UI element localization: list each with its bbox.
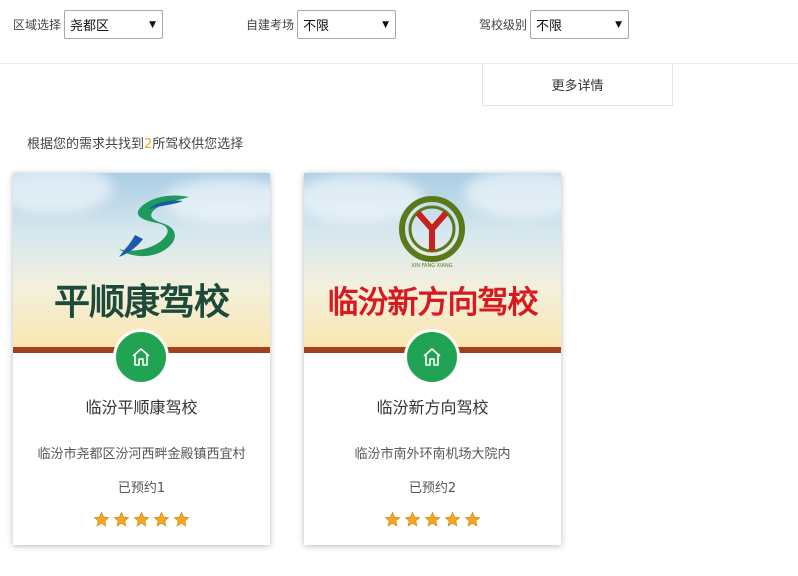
star-icon xyxy=(444,511,461,527)
rating-stars xyxy=(304,511,561,528)
own-field-filter-label: 自建考场 xyxy=(246,18,295,32)
home-icon xyxy=(404,329,460,385)
district-select-value: 尧都区 xyxy=(70,19,110,34)
school-address: 临汾市尧都区汾河西畔金殿镇西宜村 xyxy=(37,447,246,462)
star-icon xyxy=(133,511,150,527)
booking-count: 已预约1 xyxy=(117,481,166,496)
dropdown-arrow-icon: ▼ xyxy=(149,19,157,30)
school-card[interactable]: XIN FANG XIANG 临汾新方向驾校 临汾新方向驾校 临汾市南外环南机场… xyxy=(304,173,561,545)
own-field-filter: 自建考场 不限 ▼ xyxy=(246,10,397,39)
result-prefix: 根据您的需求共找到 xyxy=(27,137,145,152)
star-icon xyxy=(173,511,190,527)
xinfangxiang-logo-icon: XIN FANG XIANG xyxy=(399,196,465,269)
star-icon xyxy=(404,511,421,527)
district-filter-label: 区域选择 xyxy=(13,18,62,32)
school-address: 临汾市南外环南机场大院内 xyxy=(354,447,511,462)
school-banner: 平顺康驾校 xyxy=(13,173,270,350)
school-name: 临汾平顺康驾校 xyxy=(85,398,198,417)
school-level-filter: 驾校级别 不限 ▼ xyxy=(479,10,630,39)
result-summary: 根据您的需求共找到2所驾校供您选择 xyxy=(27,133,243,152)
star-icon xyxy=(93,511,110,527)
own-field-select-value: 不限 xyxy=(303,19,330,34)
star-icon xyxy=(153,511,170,527)
booking-count: 已预约2 xyxy=(408,481,457,496)
filter-bar: 区域选择 尧都区 ▼ 自建考场 不限 ▼ 驾校级别 不限 ▼ xyxy=(0,0,798,64)
result-suffix: 所驾校供您选择 xyxy=(152,137,244,152)
rating-stars xyxy=(13,511,270,528)
district-select[interactable]: 尧都区 ▼ xyxy=(64,10,164,39)
school-card[interactable]: 平顺康驾校 临汾平顺康驾校 临汾市尧都区汾河西畔金殿镇西宜村 已预约1 xyxy=(13,173,270,545)
school-name: 临汾新方向驾校 xyxy=(376,398,489,417)
logo-text: XIN FANG XIANG xyxy=(411,263,452,269)
dropdown-arrow-icon: ▼ xyxy=(615,19,623,30)
dropdown-arrow-icon: ▼ xyxy=(382,19,390,30)
banner-title: 临汾新方向驾校 xyxy=(327,285,539,321)
star-icon xyxy=(113,511,130,527)
banner-title: 平顺康驾校 xyxy=(53,282,230,323)
pingshunkang-logo-icon xyxy=(119,195,189,257)
home-icon xyxy=(113,329,169,385)
school-level-select[interactable]: 不限 ▼ xyxy=(530,10,630,39)
district-filter: 区域选择 尧都区 ▼ xyxy=(13,10,164,39)
school-banner: XIN FANG XIANG 临汾新方向驾校 xyxy=(304,173,561,350)
star-icon xyxy=(384,511,401,527)
star-icon xyxy=(464,511,481,527)
own-field-select[interactable]: 不限 ▼ xyxy=(297,10,397,39)
school-level-select-value: 不限 xyxy=(536,19,563,34)
more-details-tab[interactable]: 更多详情 xyxy=(482,64,673,106)
school-level-filter-label: 驾校级别 xyxy=(479,18,528,32)
star-icon xyxy=(424,511,441,527)
